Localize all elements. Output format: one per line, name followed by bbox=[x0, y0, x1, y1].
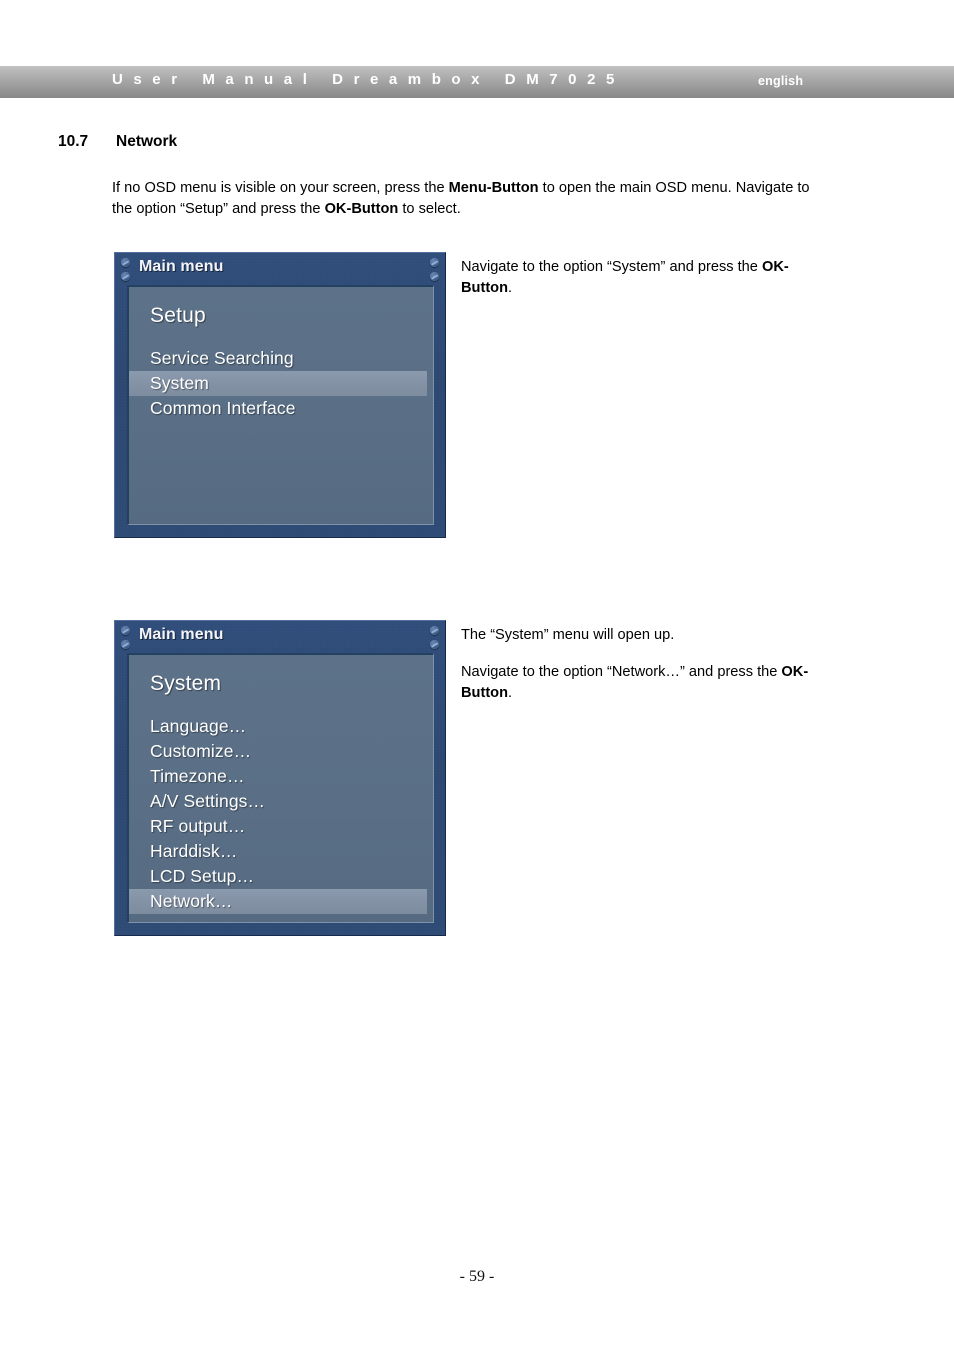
ok-button-emphasis: OK-Button bbox=[324, 201, 399, 217]
osd1-menu-item-2[interactable]: Common Interface bbox=[129, 396, 433, 421]
osd1-window-title: Main menu bbox=[139, 258, 224, 275]
osd2-menu-item-0[interactable]: Language… bbox=[129, 714, 433, 739]
osd2-menu-item-6[interactable]: LCD Setup… bbox=[129, 864, 433, 889]
screw-icon bbox=[430, 626, 439, 635]
screw-icon bbox=[430, 640, 439, 649]
note1-text-1: Navigate to the option “System” and pres… bbox=[461, 259, 762, 275]
osd2-window-title: Main menu bbox=[139, 626, 224, 643]
osd2-menu-item-2[interactable]: Timezone… bbox=[129, 764, 433, 789]
osd1-titlebar: Main menu bbox=[115, 253, 445, 285]
note-paragraph-2: The “System” menu will open up. bbox=[461, 627, 675, 643]
note-paragraph-1: Navigate to the option “System” and pres… bbox=[461, 257, 831, 299]
page-header-band: U s e r M a n u a l D r e a m b o x D M … bbox=[0, 66, 954, 98]
note-paragraph-3: Navigate to the option “Network…” and pr… bbox=[461, 662, 821, 704]
screw-icon bbox=[430, 258, 439, 267]
section-number: 10.7 bbox=[58, 133, 89, 150]
osd2-titlebar: Main menu bbox=[115, 621, 445, 653]
language-label: english bbox=[758, 74, 804, 88]
osd1-panel: Setup Service Searching System Common In… bbox=[127, 285, 434, 525]
intro-text-3: to select. bbox=[398, 201, 461, 217]
note3-text-2: . bbox=[508, 685, 513, 701]
osd1-menu-item-1[interactable]: System bbox=[129, 371, 427, 396]
screw-icon bbox=[121, 272, 130, 281]
osd2-heading: System bbox=[150, 672, 222, 695]
section-title: Network bbox=[116, 133, 178, 150]
osd-screenshot-main-menu-setup: Main menu Setup Service Searching System… bbox=[114, 252, 446, 538]
osd1-heading: Setup bbox=[150, 304, 206, 327]
screw-icon bbox=[430, 272, 439, 281]
osd2-menu-item-1[interactable]: Customize… bbox=[129, 739, 433, 764]
intro-paragraph: If no OSD menu is visible on your screen… bbox=[112, 178, 822, 220]
osd2-menu-item-7[interactable]: Network… bbox=[129, 889, 427, 914]
manual-title: U s e r M a n u a l D r e a m b o x D M … bbox=[112, 71, 618, 88]
osd1-menu-item-0[interactable]: Service Searching bbox=[129, 346, 433, 371]
osd2-menu-item-3[interactable]: A/V Settings… bbox=[129, 789, 433, 814]
screw-icon bbox=[121, 640, 130, 649]
osd2-menu-item-4[interactable]: RF output… bbox=[129, 814, 433, 839]
screw-icon bbox=[121, 626, 130, 635]
osd2-menu-list: Language… Customize… Timezone… A/V Setti… bbox=[129, 714, 433, 914]
osd1-menu-list: Service Searching System Common Interfac… bbox=[129, 346, 433, 421]
page-footer: - 59 - bbox=[0, 1268, 954, 1286]
note3-text-1: Navigate to the option “Network…” and pr… bbox=[461, 664, 782, 680]
intro-text-1: If no OSD menu is visible on your screen… bbox=[112, 180, 449, 196]
osd2-panel: System Language… Customize… Timezone… A/… bbox=[127, 653, 434, 923]
screw-icon bbox=[121, 258, 130, 267]
menu-button-emphasis: Menu-Button bbox=[448, 180, 539, 196]
note1-text-2: . bbox=[508, 280, 513, 296]
section-heading: 10.7 Network bbox=[58, 133, 177, 151]
osd-screenshot-main-menu-system: Main menu System Language… Customize… Ti… bbox=[114, 620, 446, 936]
osd2-menu-item-5[interactable]: Harddisk… bbox=[129, 839, 433, 864]
page-number: - 59 - bbox=[459, 1268, 495, 1285]
